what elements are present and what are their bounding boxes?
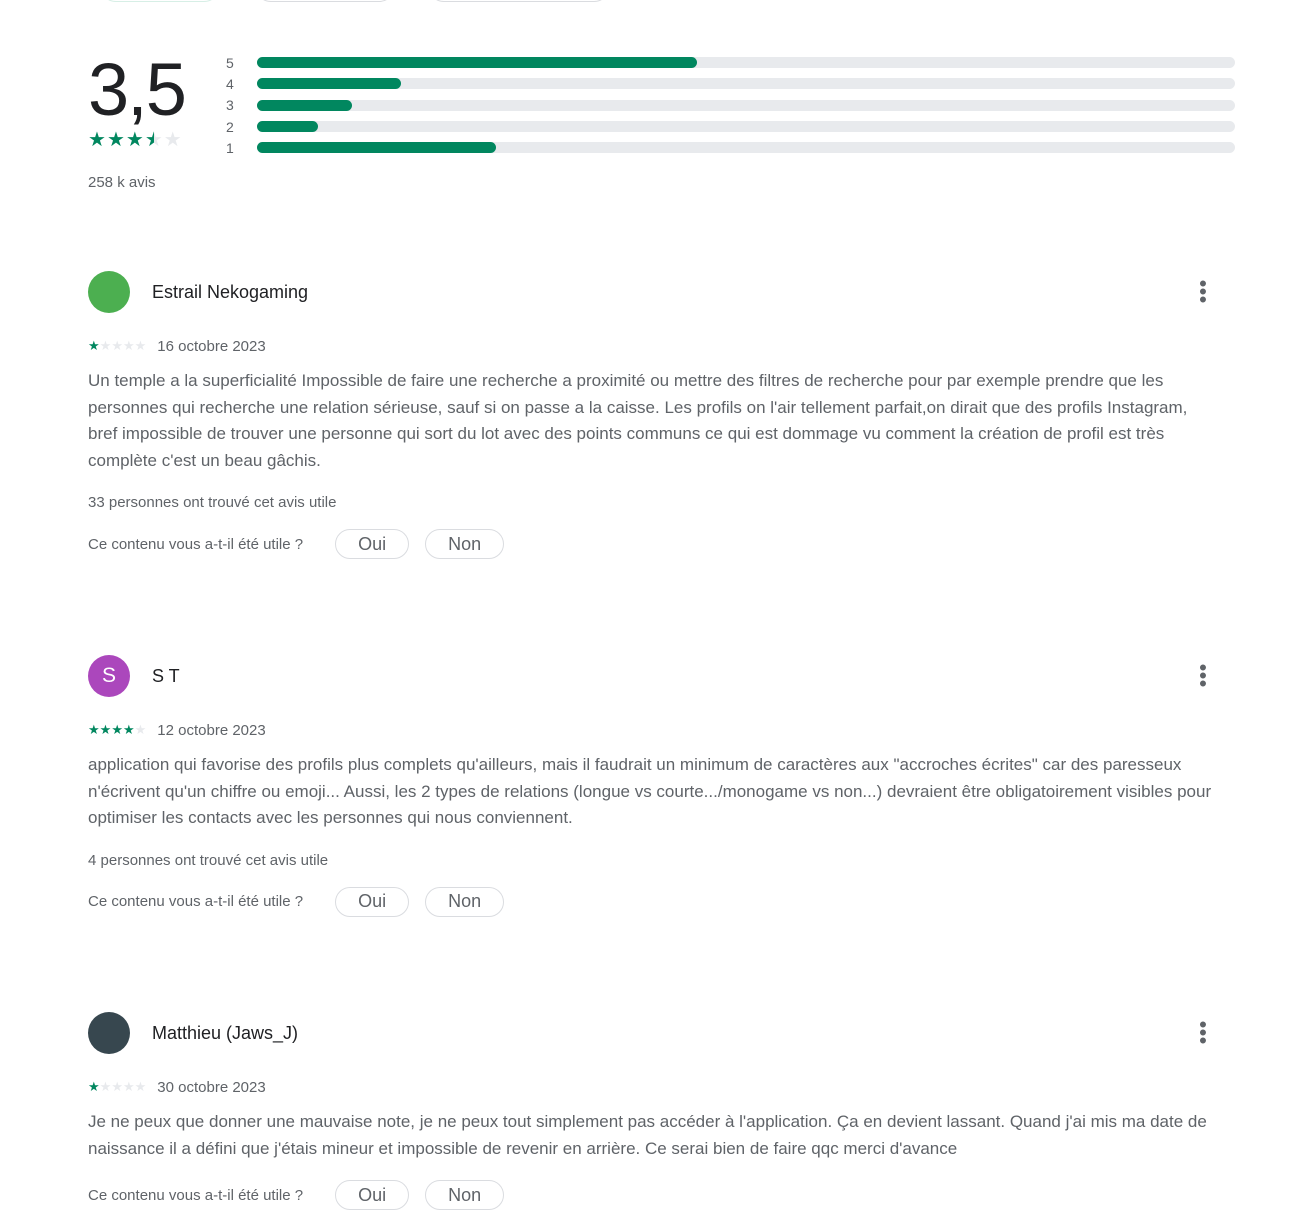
star-icon: ★ — [99, 722, 112, 737]
rating-bar-row: 1 — [226, 137, 1235, 158]
rating-summary: 3,5 ★ ★ ★ ★ ★ 258 k avis — [88, 48, 187, 192]
no-button[interactable]: Non — [425, 1180, 505, 1210]
helpful-count: 4 personnes ont trouvé cet avis utile — [88, 851, 329, 869]
helpful-question: Ce contenu vous a-t-il été utile ? — [88, 1186, 304, 1204]
reviewer-name: S T — [152, 665, 180, 686]
avatar — [88, 1012, 130, 1054]
star-icon: ★ — [88, 722, 100, 737]
rating-bar-row: 4 — [226, 73, 1235, 94]
star-icon: ★ — [125, 129, 144, 151]
review-count: 258 k avis — [88, 174, 156, 191]
star-icon: ★ — [99, 1079, 112, 1094]
bar-label: 5 — [226, 54, 234, 71]
star-icon: ★ — [88, 1079, 100, 1094]
avatar — [88, 271, 130, 313]
no-button[interactable]: Non — [425, 529, 505, 559]
star-icon: ★ — [111, 338, 123, 353]
yes-button[interactable]: Oui — [335, 529, 410, 559]
more-options-icon[interactable]: • • • — [1188, 657, 1218, 695]
rating-stars: ★ ★ ★ ★ ★ — [88, 130, 185, 150]
review-text: Je ne peux que donner une mauvaise note,… — [88, 1112, 1207, 1158]
no-button[interactable]: Non — [425, 886, 505, 917]
filter-chip[interactable] — [428, 0, 610, 2]
star-icon: ★ — [134, 1079, 147, 1094]
reviewer-name: Estrail Nekogaming — [152, 281, 309, 302]
rating-bar-row: 5 — [226, 52, 1235, 73]
review-stars: ★ ★ ★ ★ ★ — [88, 720, 146, 740]
bar-label: 2 — [226, 118, 234, 135]
star-icon: ★ — [134, 722, 147, 737]
star-icon: ★ — [111, 722, 123, 737]
bar-fill — [257, 121, 318, 133]
star-icon: ★ — [122, 1079, 135, 1094]
bar-fill — [257, 99, 352, 111]
yes-button[interactable]: Oui — [335, 886, 410, 917]
helpful-question: Ce contenu vous a-t-il été utile ? — [88, 535, 304, 553]
bar-track — [257, 99, 1235, 111]
review-text: Un temple a la superficialité Impossible… — [88, 371, 1188, 470]
yes-button[interactable]: Oui — [335, 1180, 410, 1210]
filter-chip[interactable] — [255, 0, 395, 2]
bar-label: 3 — [226, 97, 234, 114]
star-icon: ★ — [99, 338, 112, 353]
bar-track — [257, 78, 1235, 90]
review-stars: ★ ★ ★ ★ ★ — [88, 336, 146, 356]
rating-bar-row: 2 — [226, 116, 1235, 137]
helpful-question: Ce contenu vous a-t-il été utile ? — [88, 893, 304, 910]
bar-label: 1 — [226, 139, 234, 156]
star-icon: ★ — [88, 129, 106, 151]
rating-bar-row: 3 — [226, 95, 1235, 116]
review-date: 16 octobre 2023 — [157, 337, 266, 355]
star-icon: ★ — [122, 338, 135, 353]
bar-track — [257, 121, 1235, 133]
star-icon: ★ — [144, 129, 163, 151]
rating-distribution: 5 4 3 2 1 — [226, 52, 1235, 158]
bar-track — [257, 142, 1235, 154]
reviewer-name: Matthieu (Jaws_J) — [152, 1022, 299, 1043]
star-icon: ★ — [106, 129, 125, 151]
helpful-count: 33 personnes ont trouvé cet avis utile — [88, 494, 337, 511]
review-card: Estrail Nekogaming • • • ★ ★ ★ ★ ★ 16 octobre 2… — [88, 270, 1218, 559]
review-text: application qui favorise des profils plu… — [88, 755, 1212, 827]
review-date: 12 octobre 2023 — [157, 721, 266, 739]
star-icon: ★ — [163, 129, 182, 151]
filter-chip[interactable] — [100, 0, 220, 2]
more-options-icon[interactable]: • • • — [1188, 273, 1218, 311]
bar-fill — [257, 78, 401, 90]
review-card: S S T • • • ★ ★ ★ ★ ★ 12 octobre 2023 applicati… — [88, 654, 1218, 917]
avatar: S — [88, 655, 130, 697]
star-icon: ★ — [122, 722, 135, 737]
bar-label: 4 — [226, 75, 234, 92]
review-stars: ★ ★ ★ ★ ★ — [88, 1077, 146, 1097]
more-options-icon[interactable]: • • • — [1188, 1014, 1218, 1052]
bar-fill — [257, 57, 698, 69]
review-card: Matthieu (Jaws_J) • • • ★ ★ ★ ★ ★ 30 octobre 20… — [88, 1011, 1218, 1210]
star-icon: ★ — [88, 338, 100, 353]
review-date: 30 octobre 2023 — [157, 1078, 266, 1096]
average-rating: 3,5 — [88, 48, 187, 131]
bar-fill — [257, 142, 496, 154]
star-icon: ★ — [134, 338, 147, 353]
bar-track — [257, 57, 1235, 69]
star-icon: ★ — [111, 1079, 123, 1094]
avatar-letter: S — [101, 664, 116, 687]
